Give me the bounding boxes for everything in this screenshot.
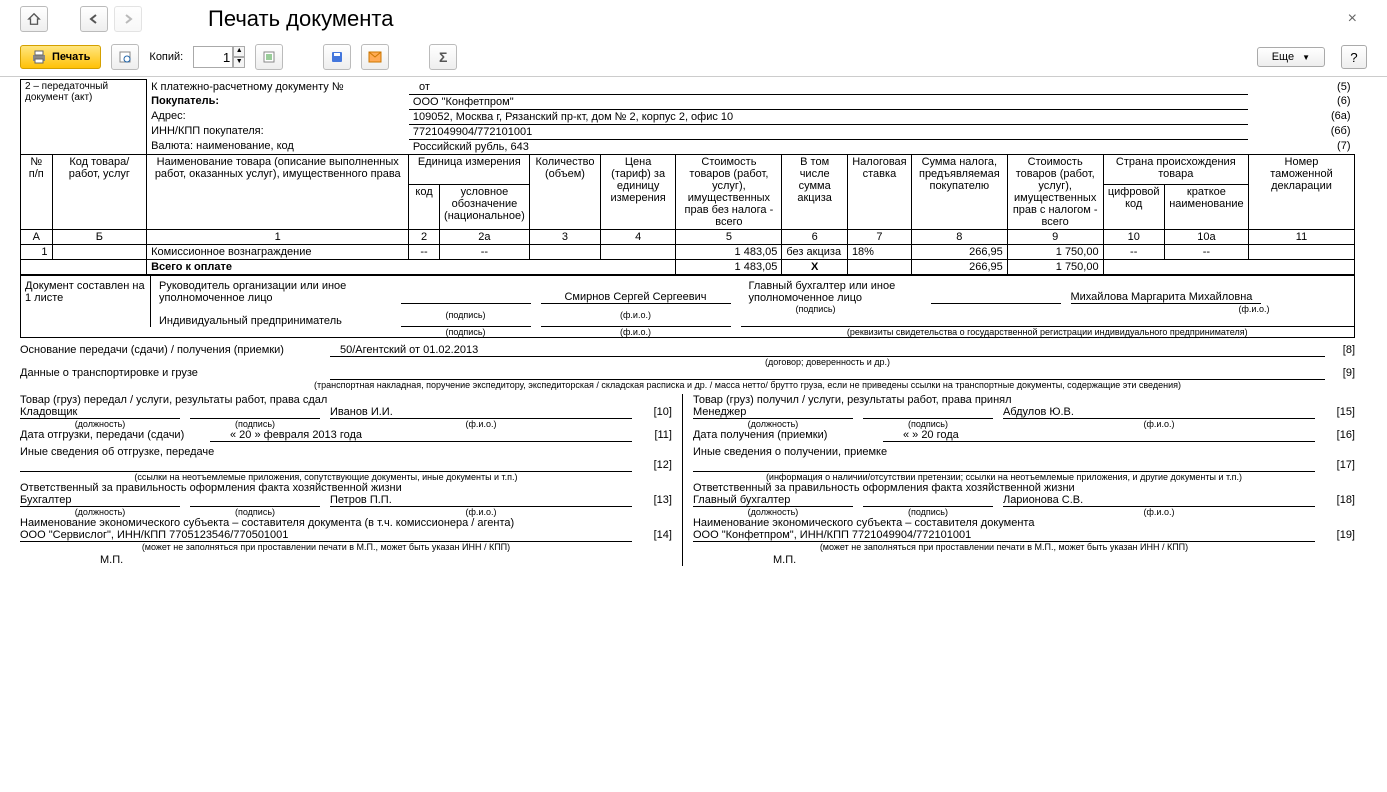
close-button[interactable]: × bbox=[1348, 10, 1357, 28]
print-button[interactable]: Печать bbox=[20, 45, 101, 69]
totals-row: Всего к оплате 1 483,05 Х 266,95 1 750,0… bbox=[21, 259, 1355, 274]
receive-label: Товар (груз) получил / услуги, результат… bbox=[693, 394, 1355, 406]
help-button[interactable]: ? bbox=[1341, 45, 1367, 69]
action-toolbar: Печать Копий: ▲▼ Σ Еще▼ ? bbox=[0, 38, 1387, 77]
print-label: Печать bbox=[52, 51, 90, 63]
copies-label: Копий: bbox=[149, 51, 183, 63]
forward-button[interactable] bbox=[114, 6, 142, 32]
col-num: № п/п bbox=[21, 154, 53, 229]
doc-type-cell: 2 – передаточный документ (акт) bbox=[21, 80, 147, 155]
title-toolbar: Печать документа × bbox=[0, 0, 1387, 38]
home-button[interactable] bbox=[20, 6, 48, 32]
handover-label: Товар (груз) передал / услуги, результат… bbox=[20, 394, 672, 406]
composed-cell: Документ составлен на1 листе bbox=[21, 275, 151, 327]
copies-input[interactable] bbox=[193, 46, 233, 68]
col-name: Наименование товара (описание выполненны… bbox=[147, 154, 409, 229]
table-row: 1 Комиссионное вознаграждение -- -- 1 48… bbox=[21, 244, 1355, 259]
preview-button[interactable] bbox=[111, 44, 139, 70]
back-button[interactable] bbox=[80, 6, 108, 32]
more-button[interactable]: Еще▼ bbox=[1257, 47, 1325, 67]
mail-button[interactable] bbox=[361, 44, 389, 70]
document-area[interactable]: 2 – передаточный документ (акт) К платеж… bbox=[0, 79, 1387, 759]
printer-icon bbox=[31, 50, 47, 64]
save-button[interactable] bbox=[323, 44, 351, 70]
sum-button[interactable]: Σ bbox=[429, 44, 457, 70]
col-code: Код товара/ работ, услуг bbox=[52, 154, 147, 229]
settings-button[interactable] bbox=[255, 44, 283, 70]
copies-down[interactable]: ▼ bbox=[233, 57, 245, 68]
copies-up[interactable]: ▲ bbox=[233, 46, 245, 57]
page-title: Печать документа bbox=[208, 6, 393, 32]
